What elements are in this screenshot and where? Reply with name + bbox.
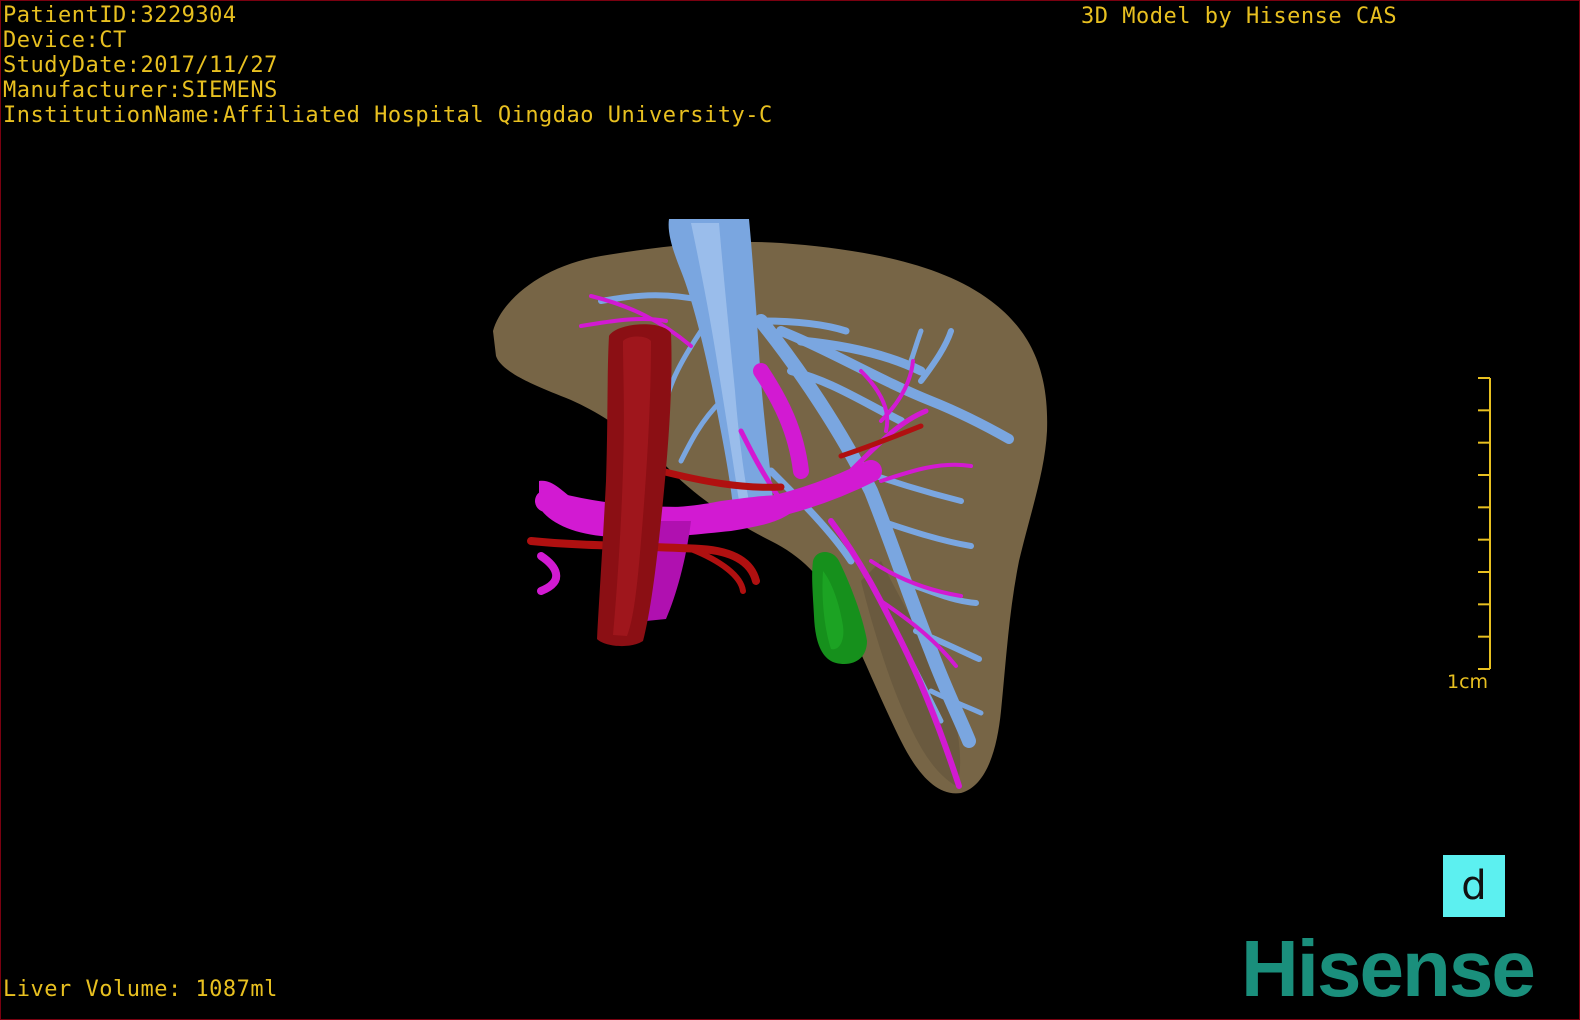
manufacturer: Manufacturer:SIEMENS: [3, 78, 278, 103]
liver-3d-model[interactable]: [1, 1, 1579, 1019]
study-date: StudyDate:2017/11/27: [3, 53, 278, 78]
device: Device:CT: [3, 28, 127, 53]
3d-viewer-viewport[interactable]: PatientID:3229304 Device:CT StudyDate:20…: [0, 0, 1580, 1020]
scale-bar-label: 1cm: [1447, 671, 1489, 693]
liver-volume-label: Liver Volume: 1087ml: [3, 977, 278, 1002]
model-watermark: 3D Model by Hisense CAS: [1081, 4, 1398, 29]
patient-id: PatientID:3229304: [3, 3, 237, 28]
scale-bar: [1478, 377, 1491, 670]
orientation-d-button[interactable]: d: [1443, 855, 1505, 917]
patient-info-overlay: PatientID:3229304 Device:CT StudyDate:20…: [3, 3, 773, 128]
institution-name: InstitutionName:Affiliated Hospital Qing…: [3, 103, 773, 128]
hisense-logo: Hisense: [1241, 924, 1536, 1013]
